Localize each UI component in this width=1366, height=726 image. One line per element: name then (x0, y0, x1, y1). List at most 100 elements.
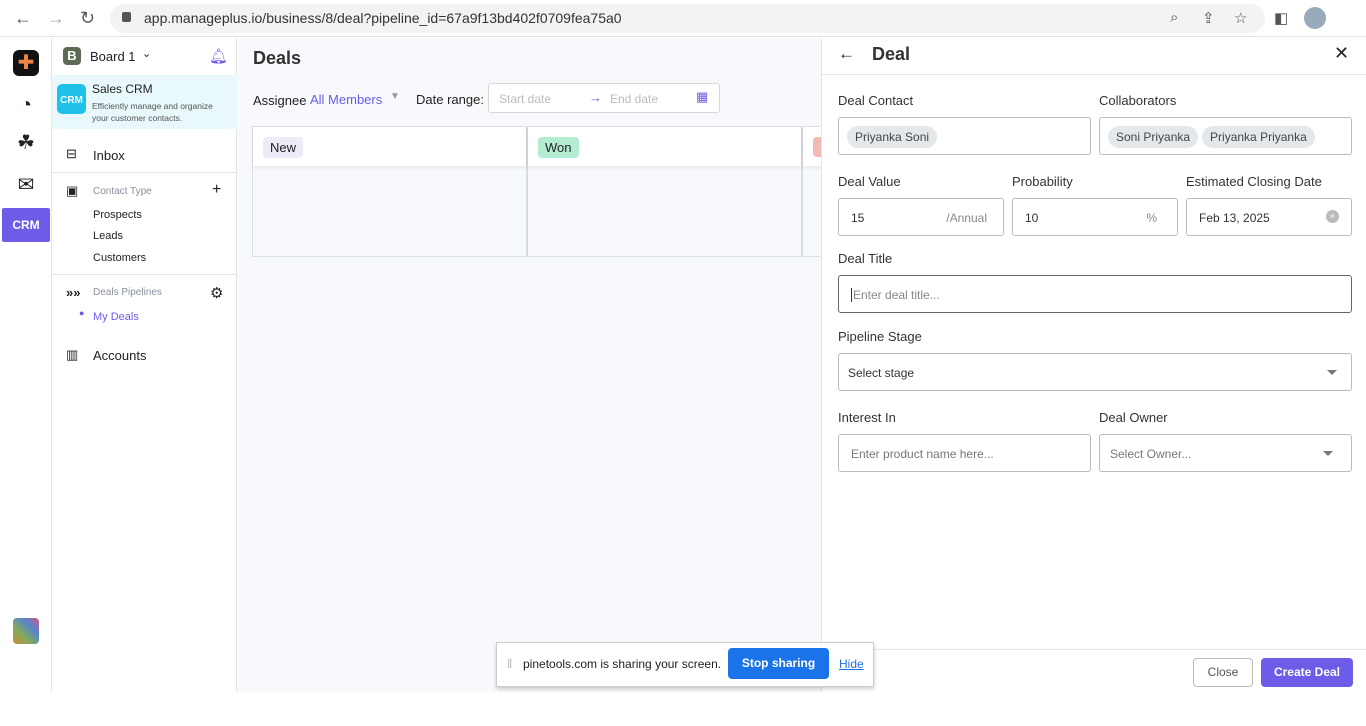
probability-label: Probability (1012, 174, 1073, 189)
caret-down-icon (1323, 451, 1333, 456)
share-icon[interactable]: ⇪ (1202, 9, 1215, 27)
email-campaign-icon[interactable]: ✉ (13, 172, 39, 198)
assignee-select[interactable]: All Members (310, 92, 382, 107)
board-selector[interactable]: Board 1 (90, 49, 136, 64)
drag-handle[interactable]: ‖ (507, 656, 512, 671)
page-title: Deals (253, 48, 302, 68)
interest-input[interactable]: Enter product name here... (838, 434, 1091, 472)
deal-owner-select[interactable]: Select Owner... (1099, 434, 1352, 472)
lock-icon (122, 12, 131, 22)
deal-owner-label: Deal Owner (1099, 410, 1168, 425)
closing-date-input[interactable]: Feb 13, 2025 × (1186, 198, 1352, 236)
pipeline-stage-label: Pipeline Stage (838, 329, 922, 344)
pipeline-icon: »» (66, 285, 81, 300)
address-bar[interactable]: app.manageplus.io/business/8/deal?pipeli… (110, 4, 1265, 33)
contact-card-icon: ▣ (66, 183, 79, 198)
stage-value: Select stage (848, 366, 915, 380)
sales-crm-app[interactable]: CRM Sales CRM Efficiently manage and org… (52, 75, 237, 129)
sidebar-item-accounts[interactable]: Accounts (93, 348, 146, 363)
deal-contact-label: Deal Contact (838, 93, 914, 108)
date-range-label: Date range: (416, 92, 484, 107)
column-won: Won (528, 127, 803, 256)
deal-drawer: ← Deal ✕ Deal Contact Priyanka Soni Coll… (821, 38, 1366, 692)
add-contact-type-icon[interactable]: + (212, 181, 221, 199)
sidebar-item-my-deals[interactable]: My Deals (93, 311, 139, 323)
sidebar-item-inbox[interactable]: Inbox (93, 148, 125, 163)
arrow-right-icon: → (589, 90, 602, 105)
stop-sharing-button[interactable]: Stop sharing (728, 648, 829, 679)
sidebar: B Board 1 ⌄ 🔔︎ CRM Sales CRM Efficiently… (52, 38, 237, 692)
profile-avatar[interactable] (1304, 7, 1326, 29)
deals-pipelines-heading: Deals Pipelines (93, 287, 162, 298)
app-rail: ✚ ◔ ☘ ✉ CRM (0, 38, 52, 692)
deal-title-label: Deal Title (838, 251, 893, 266)
sidebar-item-prospects[interactable]: Prospects (93, 209, 142, 221)
collaborators-field[interactable]: Soni Priyanka Priyanka Priyanka (1099, 117, 1352, 155)
stage-badge: New (263, 137, 304, 158)
interest-label: Interest In (838, 410, 896, 425)
deals-main: Deals Assignee All Members ▼ Date range:… (237, 38, 833, 692)
end-date-input[interactable]: End date (610, 92, 658, 106)
hide-link[interactable]: Hide (839, 657, 864, 671)
deal-value-suffix: /Annual (946, 211, 987, 225)
team-icon[interactable]: ☘ (13, 130, 39, 156)
closing-date-value: Feb 13, 2025 (1199, 211, 1270, 225)
reload-icon[interactable]: ↻ (80, 8, 95, 29)
start-date-input[interactable]: Start date (499, 92, 551, 106)
deal-contact-field[interactable]: Priyanka Soni (838, 117, 1091, 155)
pipeline-stage-select[interactable]: Select stage (838, 353, 1352, 391)
screen-share-bar: ‖ pinetools.com is sharing your screen. … (496, 642, 874, 687)
share-text: pinetools.com is sharing your screen. (523, 657, 722, 671)
probability-value: 10 (1025, 211, 1039, 225)
caret-down-icon (1327, 370, 1337, 375)
star-icon[interactable]: ☆ (1234, 9, 1247, 27)
close-icon[interactable]: ✕ (1334, 43, 1349, 64)
inbox-icon: ⊟ (66, 146, 77, 161)
sidepanel-icon[interactable]: ◧ (1274, 9, 1288, 27)
contact-type-heading: Contact Type (93, 186, 152, 197)
percent-suffix: % (1146, 211, 1157, 225)
back-arrow-icon[interactable]: ← (838, 44, 855, 64)
interest-placeholder: Enter product name here... (851, 447, 994, 461)
kanban-board: New Won (252, 126, 833, 257)
drawer-title: Deal (872, 44, 911, 64)
stage-badge: Won (538, 137, 579, 158)
collaborator-chip[interactable]: Soni Priyanka (1108, 126, 1199, 148)
deal-value-input[interactable]: 15/Annual (838, 198, 1004, 236)
deal-value: 15 (851, 211, 865, 225)
date-range-picker[interactable]: Start date → End date ▦ (488, 83, 720, 113)
create-deal-button[interactable]: Create Deal (1261, 658, 1353, 687)
back-icon[interactable]: ← (14, 8, 32, 29)
close-button[interactable]: Close (1193, 658, 1253, 687)
app-name: Sales CRM (92, 82, 153, 96)
deal-title-input[interactable]: Enter deal title... (838, 275, 1352, 313)
zoom-icon[interactable]: ⌕ (1170, 9, 1178, 26)
sidebar-item-leads[interactable]: Leads (93, 230, 123, 242)
forward-icon[interactable]: → (47, 8, 65, 29)
caret-down-icon[interactable]: ▼ (390, 91, 400, 102)
crm-rail-item[interactable]: CRM (2, 208, 50, 242)
clear-icon[interactable]: × (1326, 210, 1339, 223)
user-avatar[interactable] (13, 618, 39, 644)
bell-icon[interactable]: 🔔︎ (209, 47, 228, 65)
bullet-icon: ● (79, 308, 85, 318)
app-desc: Efficiently manage and organize (92, 101, 213, 111)
chevron-down-icon[interactable]: ⌄ (142, 47, 151, 60)
url-text[interactable]: app.manageplus.io/business/8/deal?pipeli… (144, 10, 622, 26)
calendar-icon[interactable]: ▦ (696, 89, 708, 105)
gear-icon[interactable]: ⚙ (210, 284, 223, 302)
dashboard-icon[interactable]: ◔ (13, 92, 39, 118)
assignee-label: Assignee (253, 93, 307, 108)
crm-logo: CRM (57, 84, 86, 114)
collaborator-chip[interactable]: Priyanka Priyanka (1202, 126, 1315, 148)
app-logo-icon[interactable]: ✚ (13, 50, 39, 76)
deal-value-label: Deal Value (838, 174, 901, 189)
sidebar-item-customers[interactable]: Customers (93, 252, 146, 264)
building-icon: ▥ (66, 347, 79, 362)
browser-toolbar: ← → ↻ app.manageplus.io/business/8/deal?… (0, 0, 1366, 37)
collaborators-label: Collaborators (1099, 93, 1177, 108)
board-icon: B (63, 47, 81, 65)
probability-input[interactable]: 10% (1012, 198, 1178, 236)
contact-chip[interactable]: Priyanka Soni (847, 126, 938, 148)
owner-placeholder: Select Owner... (1110, 447, 1192, 461)
